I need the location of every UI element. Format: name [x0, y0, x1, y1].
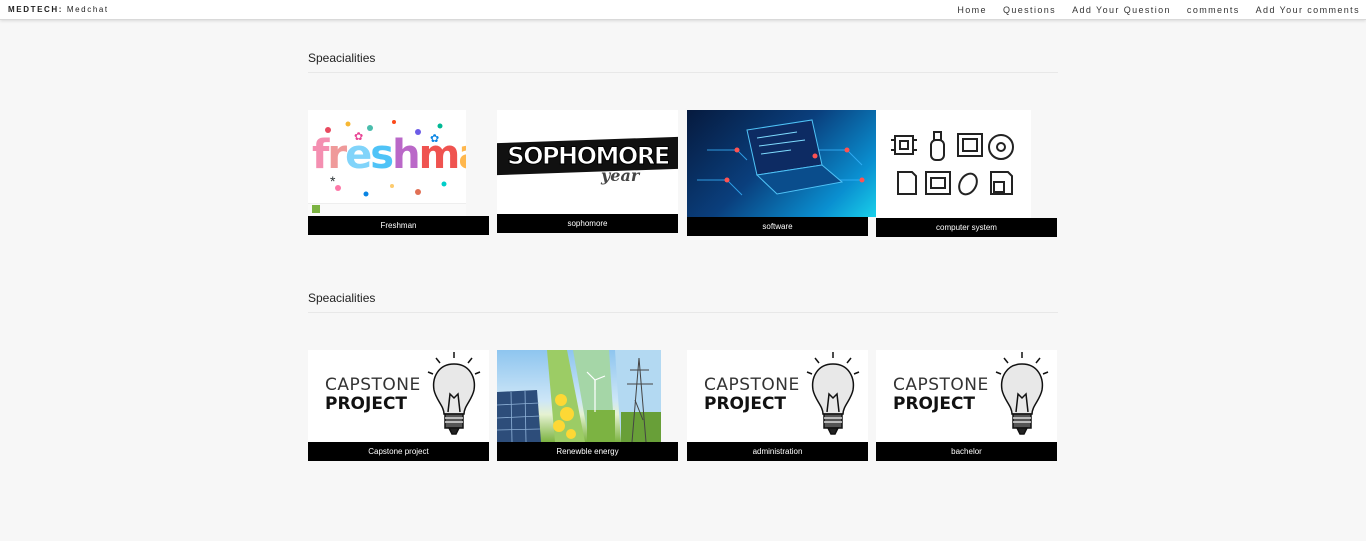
- card-caption[interactable]: Renewble energy: [497, 442, 678, 461]
- card-computer-system[interactable]: computer system: [876, 110, 1058, 237]
- project-word: PROJECT: [704, 394, 787, 414]
- nav-menu: Home Questions Add Your Question comment…: [957, 5, 1360, 15]
- card-freshman[interactable]: * ✿✿ freshman Freshman: [308, 110, 489, 235]
- card-administration[interactable]: CAPSTONE PROJECT administration: [687, 350, 868, 461]
- lightbulb-icon: [427, 352, 481, 435]
- capstone-image: CAPSTONE PROJECT: [308, 350, 489, 442]
- card-caption[interactable]: software: [687, 217, 868, 236]
- nav-add-comments[interactable]: Add Your comments: [1256, 5, 1360, 15]
- capstone-image: CAPSTONE PROJECT: [687, 350, 868, 442]
- card-caption[interactable]: administration: [687, 442, 868, 461]
- project-word: PROJECT: [325, 394, 408, 414]
- nav-questions[interactable]: Questions: [1003, 5, 1056, 15]
- capstone-image: CAPSTONE PROJECT: [876, 350, 1057, 442]
- section-title: Speacialities: [308, 51, 1058, 73]
- brand-name: Medchat: [66, 5, 109, 14]
- card-caption[interactable]: Freshman: [308, 216, 489, 235]
- card-capstone-project[interactable]: CAPSTONE PROJECT Capstone project: [308, 350, 489, 461]
- brand-prefix: MEDTECH:: [8, 5, 64, 14]
- card-caption[interactable]: Capstone project: [308, 442, 489, 461]
- sophomore-year-word: year: [601, 166, 640, 185]
- renewable-energy-image: [497, 350, 661, 442]
- card-caption[interactable]: bachelor: [876, 442, 1057, 461]
- capstone-word: CAPSTONE: [325, 375, 421, 395]
- renewable-collage: [497, 350, 661, 442]
- capstone-word: CAPSTONE: [893, 375, 989, 395]
- freshman-image-footer: [308, 203, 466, 216]
- sophomore-image: SOPHOMORE year: [497, 110, 678, 214]
- project-word: PROJECT: [893, 394, 976, 414]
- nav-comments[interactable]: comments: [1187, 5, 1240, 15]
- nav-home[interactable]: Home: [957, 5, 987, 15]
- brand[interactable]: MEDTECH: Medchat: [8, 5, 109, 15]
- card-caption[interactable]: sophomore: [497, 214, 678, 233]
- software-image: [687, 110, 876, 217]
- freshman-image: * ✿✿ freshman: [308, 110, 466, 216]
- lightbulb-icon: [995, 352, 1049, 435]
- card-renewable-energy[interactable]: Renewble energy: [497, 350, 678, 461]
- nav-add-question[interactable]: Add Your Question: [1072, 5, 1171, 15]
- laptop-circuit-icon: [697, 119, 865, 196]
- card-software[interactable]: software: [687, 110, 876, 236]
- sophomore-word: SOPHOMORE: [507, 142, 671, 171]
- card-caption[interactable]: computer system: [876, 218, 1057, 237]
- card-bachelor[interactable]: CAPSTONE PROJECT bachelor: [876, 350, 1058, 461]
- lightbulb-icon: [806, 352, 860, 435]
- section-title: Speacialities: [308, 291, 1058, 313]
- hardware-icons: [891, 131, 1014, 196]
- card-sophomore[interactable]: SOPHOMORE year sophomore: [497, 110, 678, 233]
- top-navbar: MEDTECH: Medchat Home Questions Add Your…: [0, 0, 1366, 20]
- freshman-word: freshman: [312, 132, 466, 178]
- capstone-word: CAPSTONE: [704, 375, 800, 395]
- computer-system-image: [876, 110, 1031, 218]
